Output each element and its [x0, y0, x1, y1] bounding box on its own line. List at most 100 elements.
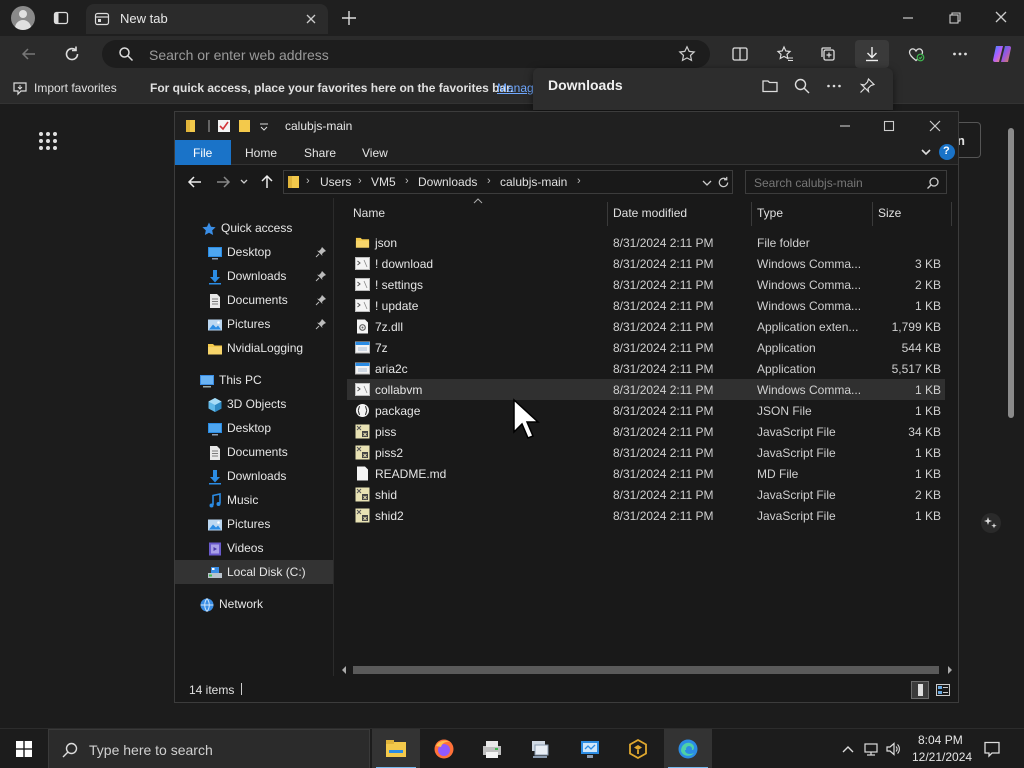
customize-page-icon[interactable]	[980, 512, 1002, 534]
nav-item[interactable]: Quick access	[175, 216, 333, 240]
breadcrumb-separator[interactable]: ›	[405, 175, 409, 187]
taskbar-printer-app[interactable]	[468, 729, 516, 768]
tab-view[interactable]: View	[362, 146, 388, 160]
nav-item[interactable]: Pictures	[175, 512, 333, 536]
new-folder-icon[interactable]	[238, 119, 252, 133]
new-tab-plus-icon[interactable]	[340, 9, 358, 27]
properties-check-icon[interactable]	[217, 119, 231, 133]
column-divider[interactable]	[751, 202, 752, 226]
search-downloads-icon[interactable]	[793, 77, 811, 95]
tab-actions-icon[interactable]	[53, 10, 69, 26]
file-row[interactable]: shid2 8/31/2024 2:11 PM JavaScript File 1 K…	[347, 505, 945, 526]
nav-item[interactable]: Desktop	[175, 416, 333, 440]
collections-icon[interactable]	[819, 45, 837, 63]
taskbar-search-box[interactable]: Type here to search	[48, 729, 370, 768]
nav-item[interactable]: Downloads	[175, 264, 333, 288]
nav-item[interactable]: This PC	[175, 368, 333, 392]
refresh-icon[interactable]	[63, 45, 81, 63]
nav-item[interactable]: Music	[175, 488, 333, 512]
column-header-type[interactable]: Type	[757, 206, 783, 220]
tab-share[interactable]: Share	[304, 146, 336, 160]
file-row[interactable]: json 8/31/2024 2:11 PM File folder	[347, 232, 945, 253]
open-folder-icon[interactable]	[761, 77, 779, 95]
network-status-icon[interactable]	[863, 741, 879, 757]
browser-essentials-icon[interactable]	[907, 45, 925, 63]
favorites-icon[interactable]	[776, 45, 794, 63]
file-row[interactable]: piss2 8/31/2024 2:11 PM JavaScript File 1 K…	[347, 442, 945, 463]
nav-item[interactable]: Desktop	[175, 240, 333, 264]
scroll-right-icon[interactable]	[946, 666, 954, 674]
nav-item[interactable]: Local Disk (C:)	[175, 560, 333, 584]
column-header-size[interactable]: Size	[878, 206, 901, 220]
chevron-down-icon[interactable]	[701, 177, 713, 189]
file-row[interactable]: ! settings 8/31/2024 2:11 PM Windows Comma…	[347, 274, 945, 295]
breadcrumb-separator[interactable]: ›	[358, 175, 362, 187]
import-favorites-link[interactable]: Import favorites	[34, 81, 117, 95]
file-row[interactable]: 7z.dll 8/31/2024 2:11 PM Application exten…	[347, 316, 945, 337]
copilot-icon[interactable]	[991, 43, 1013, 65]
taskbar-remote-desktop[interactable]	[566, 729, 614, 768]
nav-item[interactable]: Documents	[175, 288, 333, 312]
explorer-search-box[interactable]: Search calubjs-main	[745, 170, 947, 194]
scroll-left-icon[interactable]	[340, 666, 348, 674]
explorer-address-bar[interactable]: › Users › VM5 › Downloads › calubjs-main…	[283, 170, 733, 194]
start-button[interactable]	[0, 729, 48, 768]
restore-icon[interactable]	[947, 10, 963, 26]
import-favorites-icon[interactable]	[12, 80, 28, 96]
customize-toolbar-icon[interactable]	[259, 119, 269, 133]
breadcrumb-separator[interactable]: ›	[577, 175, 581, 187]
file-row[interactable]: ! update 8/31/2024 2:11 PM Windows Comma..…	[347, 295, 945, 316]
chevron-down-icon[interactable]	[920, 146, 932, 158]
large-icons-view-icon[interactable]	[935, 682, 951, 698]
breadcrumb-separator[interactable]: ›	[487, 175, 491, 187]
nav-item[interactable]: Documents	[175, 440, 333, 464]
column-header-date[interactable]: Date modified	[613, 206, 687, 220]
breadcrumb-vm5[interactable]: VM5	[371, 175, 396, 189]
tab-file[interactable]: File	[175, 140, 231, 165]
file-row[interactable]: 7z 8/31/2024 2:11 PM Application 544 KB	[347, 337, 945, 358]
chevron-up-icon[interactable]	[840, 741, 856, 757]
file-row[interactable]: aria2c 8/31/2024 2:11 PM Application 5,517 …	[347, 358, 945, 379]
file-row[interactable]: package 8/31/2024 2:11 PM JSON File 1 KB	[347, 400, 945, 421]
back-arrow-icon[interactable]	[20, 45, 38, 63]
nav-item[interactable]: Pictures	[175, 312, 333, 336]
taskbar-firefox[interactable]	[420, 729, 468, 768]
more-options-icon[interactable]	[951, 45, 969, 63]
details-view-button[interactable]	[911, 681, 929, 699]
pin-icon[interactable]	[858, 77, 876, 95]
pane-divider[interactable]	[333, 198, 334, 676]
up-arrow-icon[interactable]	[259, 174, 275, 190]
maximize-icon[interactable]	[881, 118, 897, 134]
notifications-icon[interactable]	[983, 740, 1001, 758]
file-row[interactable]: piss 8/31/2024 2:11 PM JavaScript File 34 K…	[347, 421, 945, 442]
column-header-name[interactable]: Name	[353, 206, 385, 220]
column-divider[interactable]	[951, 202, 952, 226]
page-scrollbar-thumb[interactable]	[1008, 128, 1014, 418]
address-bar[interactable]: Search or enter web address	[102, 40, 710, 68]
taskbar-edge[interactable]	[664, 729, 712, 768]
breadcrumb-calubjs-main[interactable]: calubjs-main	[500, 175, 567, 189]
close-icon[interactable]	[927, 118, 943, 134]
horizontal-scrollbar[interactable]	[337, 662, 957, 678]
minimize-icon[interactable]	[900, 10, 916, 26]
nav-item[interactable]: Downloads	[175, 464, 333, 488]
minimize-icon[interactable]	[837, 118, 853, 134]
clock-time[interactable]: 8:04 PM	[918, 733, 963, 747]
file-row[interactable]: shid 8/31/2024 2:11 PM JavaScript File 2 KB	[347, 484, 945, 505]
clock-date[interactable]: 12/21/2024	[912, 750, 972, 764]
downloads-button[interactable]	[855, 40, 889, 68]
file-row[interactable]: README.md 8/31/2024 2:11 PM MD File 1 KB	[347, 463, 945, 484]
file-row[interactable]: collabvm 8/31/2024 2:11 PM Windows Comma..…	[347, 379, 945, 400]
breadcrumb-separator[interactable]: ›	[306, 175, 310, 187]
tab-home[interactable]: Home	[245, 146, 277, 160]
profile-avatar[interactable]	[11, 6, 35, 30]
breadcrumb-users[interactable]: Users	[320, 175, 351, 189]
nav-item[interactable]: Network	[175, 592, 333, 616]
forward-arrow-icon[interactable]	[215, 174, 231, 190]
taskbar-network-app[interactable]	[516, 729, 564, 768]
tab-close-icon[interactable]	[304, 12, 318, 26]
nav-item[interactable]: 3D Objects	[175, 392, 333, 416]
refresh-icon[interactable]	[717, 176, 730, 189]
nav-item[interactable]: Videos	[175, 536, 333, 560]
column-divider[interactable]	[607, 202, 608, 226]
